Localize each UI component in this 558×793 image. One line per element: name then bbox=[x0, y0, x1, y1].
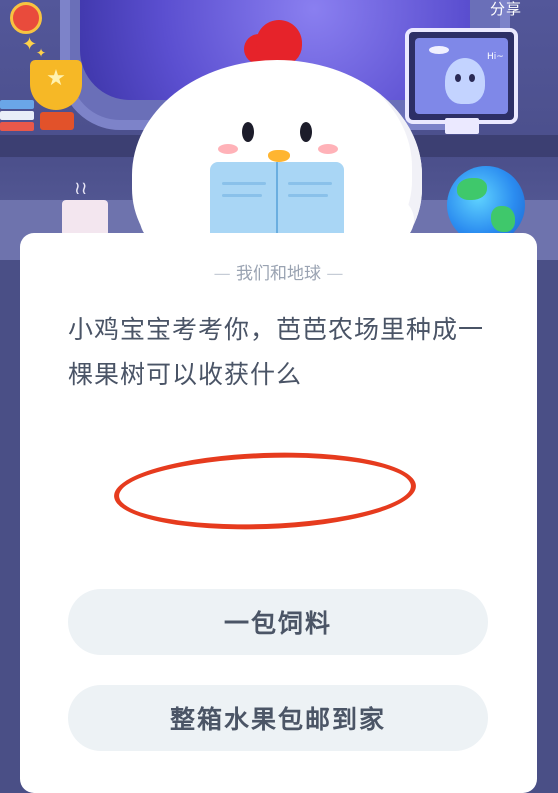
answer-option-label: 一包饲料 bbox=[223, 609, 332, 638]
chick-cheek bbox=[218, 144, 238, 154]
trophy-base bbox=[40, 112, 74, 130]
steam-icon: ≀≀ bbox=[74, 178, 88, 199]
share-button[interactable]: 分享 bbox=[490, 0, 522, 19]
question-text: 小鸡宝宝考考你，芭芭农场里种成一棵果树可以收获什么 bbox=[68, 315, 485, 389]
chick-eye bbox=[242, 122, 254, 142]
category-text: 我们和地球 bbox=[236, 264, 321, 284]
ufo-icon bbox=[429, 46, 449, 54]
chick-eye bbox=[300, 122, 312, 142]
monitor-stand bbox=[445, 118, 479, 134]
chick-beak bbox=[268, 150, 290, 162]
star-icon: ★ bbox=[46, 66, 66, 91]
sparkle-icon: ✦ bbox=[22, 34, 38, 55]
alien-greeting: Hi~ bbox=[487, 52, 504, 62]
answer-option-2[interactable]: 整箱水果包邮到家 bbox=[68, 685, 488, 751]
sparkle-icon: ✦ bbox=[36, 46, 47, 60]
trophy-icon: ★ bbox=[30, 60, 82, 110]
answer-option-label: 整箱水果包邮到家 bbox=[169, 705, 386, 734]
badge-icon bbox=[10, 2, 42, 34]
alien-icon bbox=[445, 58, 485, 104]
question-card: — 我们和地球 — 小鸡宝宝考考你，芭芭农场里种成一棵果树可以收获什么 一包饲料… bbox=[20, 233, 537, 793]
books-icon bbox=[0, 100, 34, 134]
category-label: — 我们和地球 — bbox=[213, 264, 344, 284]
answer-option-1[interactable]: 一包饲料 bbox=[68, 589, 488, 655]
chick-cheek bbox=[318, 144, 338, 154]
monitor-screen: Hi~ bbox=[415, 38, 508, 114]
